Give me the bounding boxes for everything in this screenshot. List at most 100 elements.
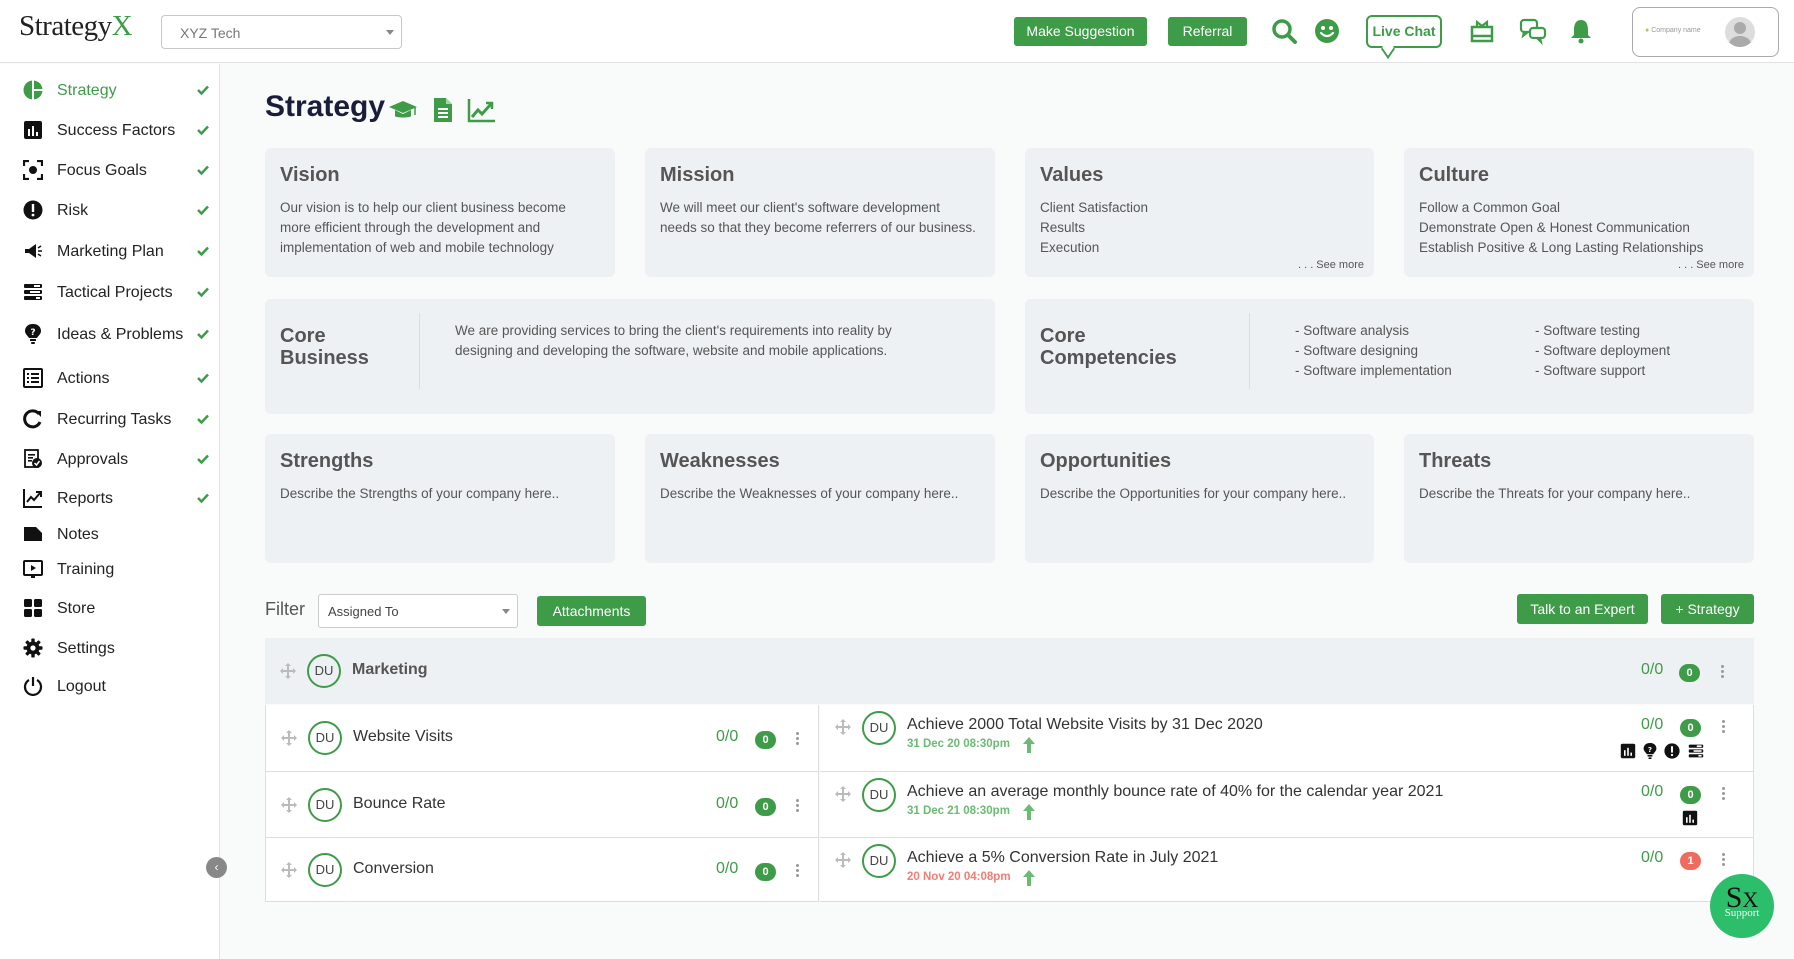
sidebar-item-tactical-projects[interactable]: Tactical Projects: [0, 277, 220, 309]
line-chart-icon: [23, 489, 42, 508]
sidebar-item-training[interactable]: Training: [0, 554, 220, 586]
bell-icon[interactable]: [1567, 17, 1595, 45]
goal-title[interactable]: Achieve an average monthly bounce rate o…: [907, 783, 1443, 801]
group-title[interactable]: Marketing: [352, 661, 428, 679]
sidebar-item-settings[interactable]: Settings: [0, 633, 220, 665]
lightbulb-question-icon[interactable]: ?: [1642, 743, 1658, 759]
sidebar-item-risk[interactable]: Risk: [0, 195, 220, 227]
app-logo[interactable]: StrategyX: [19, 10, 133, 43]
pie-chart-icon: [23, 80, 43, 100]
sidebar-item-actions[interactable]: Actions: [0, 363, 220, 395]
drag-handle-icon[interactable]: [281, 730, 297, 746]
success-factor-row[interactable]: DU Website Visits 0/0 0: [265, 705, 819, 772]
sidebar-item-notes[interactable]: Notes: [0, 519, 220, 551]
company-select[interactable]: XYZ Tech: [161, 15, 402, 49]
talk-to-expert-button[interactable]: Talk to an Expert: [1517, 594, 1648, 624]
drag-handle-icon[interactable]: [280, 663, 296, 679]
search-icon[interactable]: [1270, 17, 1298, 45]
assignee-avatar[interactable]: DU: [307, 654, 341, 688]
bar-chart-icon[interactable]: [1682, 810, 1698, 826]
card-body: We will meet our client's software devel…: [660, 200, 976, 235]
more-options-icon[interactable]: [794, 799, 800, 813]
goal-row[interactable]: DU Achieve a 5% Conversion Rate in July …: [820, 838, 1754, 902]
sidebar-item-ideas-problems[interactable]: ? Ideas & Problems: [0, 319, 220, 351]
check-icon: [197, 287, 209, 298]
culture-card[interactable]: Culture Follow a Common Goal Demonstrate…: [1404, 148, 1754, 277]
vision-card[interactable]: Vision Our vision is to help our client …: [265, 148, 615, 277]
goal-row[interactable]: DU Achieve 2000 Total Website Visits by …: [820, 705, 1754, 772]
gift-icon[interactable]: [1468, 17, 1496, 45]
sidebar-item-label: Tactical Projects: [57, 284, 173, 301]
sidebar-item-reports[interactable]: Reports: [0, 483, 220, 515]
collapse-sidebar-button[interactable]: ‹: [206, 857, 227, 878]
check-icon: [197, 246, 209, 257]
tasks-list-icon[interactable]: [1686, 743, 1706, 759]
smiley-feedback-icon[interactable]: [1313, 17, 1341, 45]
card-title: Vision: [280, 164, 340, 186]
add-strategy-button[interactable]: + Strategy: [1661, 594, 1754, 624]
assigned-to-select[interactable]: Assigned To: [318, 594, 518, 628]
drag-handle-icon[interactable]: [835, 786, 851, 802]
chat-bubbles-icon[interactable]: [1519, 17, 1547, 45]
linked-items: ?: [1620, 743, 1704, 759]
progress-ratio: 0/0: [1641, 661, 1664, 678]
company-logo: Company name: [1645, 27, 1700, 34]
more-options-icon[interactable]: [1720, 853, 1726, 867]
attachments-button[interactable]: Attachments: [537, 596, 646, 626]
strengths-card[interactable]: Strengths Describe the Strengths of your…: [265, 434, 615, 563]
success-factor-row[interactable]: DU Bounce Rate 0/0 0: [265, 772, 819, 838]
assignee-avatar[interactable]: DU: [862, 711, 896, 745]
document-icon[interactable]: [428, 96, 458, 124]
success-factor-title[interactable]: Website Visits: [353, 728, 453, 746]
sidebar-item-success-factors[interactable]: Success Factors: [0, 115, 220, 147]
sidebar-item-approvals[interactable]: Approvals: [0, 444, 220, 476]
assignee-avatar[interactable]: DU: [308, 721, 342, 755]
assignee-avatar[interactable]: DU: [308, 853, 342, 887]
mission-card[interactable]: Mission We will meet our client's softwa…: [645, 148, 995, 277]
referral-button[interactable]: Referral: [1168, 17, 1247, 46]
sidebar-item-marketing-plan[interactable]: Marketing Plan: [0, 236, 220, 268]
support-button[interactable]: SX Support: [1710, 874, 1774, 938]
opportunities-card[interactable]: Opportunities Describe the Opportunities…: [1025, 434, 1374, 563]
drag-handle-icon[interactable]: [835, 852, 851, 868]
graduation-cap-icon[interactable]: [388, 96, 418, 124]
assignee-avatar[interactable]: DU: [862, 778, 896, 812]
goal-row[interactable]: DU Achieve an average monthly bounce rat…: [820, 772, 1754, 838]
trend-chart-icon[interactable]: [466, 96, 496, 124]
see-more-link[interactable]: . . . See more: [1678, 259, 1744, 271]
group-row-marketing[interactable]: DU Marketing 0/0 0: [265, 638, 1754, 704]
weaknesses-card[interactable]: Weaknesses Describe the Weaknesses of yo…: [645, 434, 995, 563]
bar-chart-icon[interactable]: [1620, 743, 1636, 759]
success-factor-row[interactable]: DU Conversion 0/0 0: [265, 838, 819, 902]
exclamation-circle-icon[interactable]: [1664, 743, 1680, 759]
assignee-avatar[interactable]: DU: [308, 788, 342, 822]
assignee-avatar[interactable]: DU: [862, 844, 896, 878]
check-icon: [197, 493, 209, 504]
sidebar-item-store[interactable]: Store: [0, 593, 220, 625]
more-options-icon[interactable]: [794, 864, 800, 878]
approval-doc-icon: [24, 449, 42, 468]
sidebar-item-recurring-tasks[interactable]: Recurring Tasks: [0, 404, 220, 436]
core-competencies-card[interactable]: Core Competencies - Software analysis - …: [1025, 299, 1754, 414]
sidebar-item-focus-goals[interactable]: Focus Goals: [0, 155, 220, 187]
sidebar-item-logout[interactable]: Logout: [0, 671, 220, 703]
goal-title[interactable]: Achieve 2000 Total Website Visits by 31 …: [907, 716, 1263, 734]
core-business-card[interactable]: Core Business We are providing services …: [265, 299, 995, 414]
live-chat-button[interactable]: Live Chat: [1366, 15, 1442, 48]
more-options-icon[interactable]: [1719, 665, 1725, 679]
success-factor-title[interactable]: Bounce Rate: [353, 795, 446, 813]
more-options-icon[interactable]: [1720, 787, 1726, 801]
values-card[interactable]: Values Client Satisfaction Results Execu…: [1025, 148, 1374, 277]
more-options-icon[interactable]: [794, 732, 800, 746]
drag-handle-icon[interactable]: [835, 719, 851, 735]
threats-card[interactable]: Threats Describe the Threats for your co…: [1404, 434, 1754, 563]
success-factor-title[interactable]: Conversion: [353, 860, 434, 878]
make-suggestion-button[interactable]: Make Suggestion: [1014, 17, 1147, 46]
profile-menu[interactable]: Company name: [1632, 7, 1779, 57]
drag-handle-icon[interactable]: [281, 797, 297, 813]
sidebar-item-strategy[interactable]: Strategy: [0, 75, 220, 107]
more-options-icon[interactable]: [1720, 720, 1726, 734]
see-more-link[interactable]: . . . See more: [1298, 259, 1364, 271]
drag-handle-icon[interactable]: [281, 862, 297, 878]
goal-title[interactable]: Achieve a 5% Conversion Rate in July 202…: [907, 849, 1218, 867]
